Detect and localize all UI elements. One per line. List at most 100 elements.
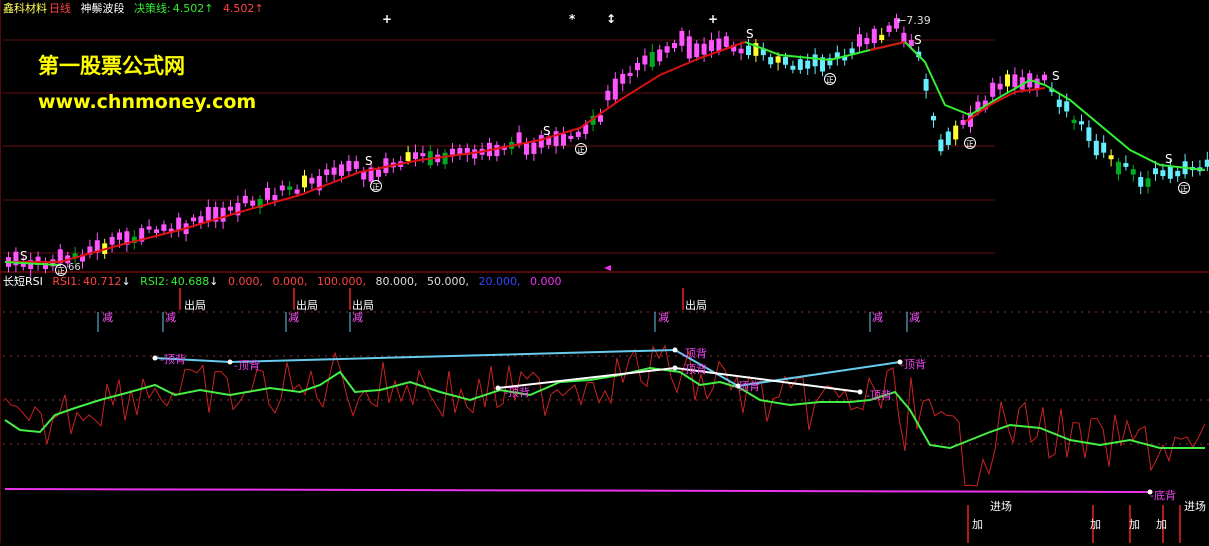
decision-line-label: 决策线: [134, 2, 171, 15]
decision-line-red [869, 41, 906, 51]
period-label[interactable]: 日线 [49, 2, 71, 15]
s-signal-marker: S [746, 27, 754, 41]
chart-canvas[interactable]: SSSS SSS正正正正正正+ * ↕ + [0, 0, 1209, 543]
candlestick [331, 167, 337, 175]
candlestick [871, 28, 877, 44]
signal-exit: 出局 [296, 299, 318, 312]
candlestick [849, 48, 855, 54]
indicator-name[interactable]: 神鬃波段 [81, 2, 125, 15]
candlestick [746, 45, 751, 56]
candlestick [413, 152, 418, 159]
candlestick [790, 65, 796, 70]
candlestick [1123, 163, 1129, 167]
candlestick [561, 133, 566, 146]
candlestick [353, 161, 359, 169]
candlestick [1130, 169, 1136, 175]
candlestick [1071, 119, 1077, 124]
bottom-baseline-line [4, 488, 1151, 493]
price-high-marker: ←7.39 [897, 14, 931, 27]
candlestick [117, 232, 122, 240]
scroll-marker-icon [604, 265, 611, 271]
candlestick [805, 60, 811, 69]
candlestick [879, 34, 885, 40]
watermark-title: 第一股票公式网 [38, 54, 185, 78]
candlestick [109, 236, 115, 245]
candlestick [1138, 177, 1144, 187]
rsi1-label: RSI1: [52, 275, 81, 288]
candlestick [857, 34, 862, 47]
divergence-point [227, 359, 233, 365]
candlestick [1160, 170, 1166, 177]
event-marker-icon: * [569, 12, 576, 26]
zheng-signal-text: 正 [372, 183, 380, 192]
candlestick [797, 59, 803, 70]
candlestick [553, 131, 559, 146]
candlestick [701, 43, 707, 55]
signal-reduce: 减 [165, 311, 176, 324]
candlestick [1079, 121, 1084, 125]
candlestick [1012, 74, 1018, 88]
decision-line-value-2: 4.502 [222, 2, 255, 15]
signal-reduce: 减 [872, 311, 883, 324]
candlestick [1042, 74, 1047, 81]
rsi-panel-header: 长短RSI RSI1: 40.712↓ RSI2: 40.688↓ 0.000, 0… [3, 275, 567, 289]
candlestick [405, 152, 411, 162]
candlestick [990, 82, 996, 97]
s-signal-marker: S [20, 249, 28, 263]
candlestick [1064, 101, 1070, 112]
rsi-indicator-name[interactable]: 长短RSI [3, 275, 43, 288]
divergence-point [152, 355, 158, 361]
candlestick [494, 144, 500, 157]
candlestick [420, 153, 426, 157]
candlestick [960, 120, 966, 125]
stock-chart-window[interactable]: S S S S S S S 正正正正正正 + * ↕ + 鑫科材料 日线 神鬃波段 决策线: 4.502↑… [0, 0, 1209, 543]
candlestick [1204, 159, 1209, 167]
candlestick [709, 40, 714, 52]
event-marker-icon: + [708, 12, 718, 26]
event-marker-icon: ↕ [606, 12, 616, 26]
candlestick [723, 36, 729, 47]
param-4: 80.000, [375, 275, 418, 288]
candlestick [664, 46, 670, 53]
zheng-signal-text: 正 [826, 76, 834, 85]
candlestick [672, 43, 677, 49]
candlestick [442, 152, 448, 165]
candlestick [309, 177, 315, 184]
s-signal-marker: S [1165, 152, 1173, 166]
candlestick [161, 224, 167, 231]
candlestick [146, 226, 152, 230]
rsi1-value: 40.712 [82, 275, 122, 288]
candlestick [154, 229, 159, 234]
watermark-url: www.chnmoney.com [38, 91, 257, 113]
candlestick [287, 186, 293, 190]
candlestick [657, 49, 663, 62]
candlestick [1153, 168, 1158, 175]
decision-line-value-1: 4.502 [172, 2, 205, 15]
param-3: 100.000, [316, 275, 366, 288]
param-2: 0.000, [272, 275, 308, 288]
signal-add: 加 [1090, 518, 1101, 531]
candlestick [1108, 155, 1114, 160]
candlestick [679, 30, 685, 46]
up-arrow-icon: ↑ [204, 2, 214, 15]
bottom-divergence-label: -底背 [1150, 489, 1176, 502]
candlestick [620, 73, 626, 84]
s-signal-marker: S [365, 154, 373, 168]
candlestick [205, 206, 211, 221]
candlestick [228, 206, 233, 211]
top-divergence-label: -顶背 [160, 353, 186, 366]
candlestick [864, 38, 870, 45]
candlestick [1034, 78, 1040, 90]
top-divergence-label: -顶背 [234, 359, 260, 372]
candlestick [568, 135, 574, 140]
down-arrow-icon: ↓ [209, 275, 219, 288]
top-divergence-label: -顶背 [866, 389, 892, 402]
event-marker-icon: + [382, 12, 392, 26]
param-6: 20.000, [478, 275, 521, 288]
top-divergence-label: -顶背 [504, 386, 530, 399]
candlestick [302, 175, 307, 188]
candlestick [635, 63, 640, 71]
candlestick [931, 115, 936, 121]
candlestick [945, 131, 951, 146]
rsi2-line [4, 366, 1205, 450]
